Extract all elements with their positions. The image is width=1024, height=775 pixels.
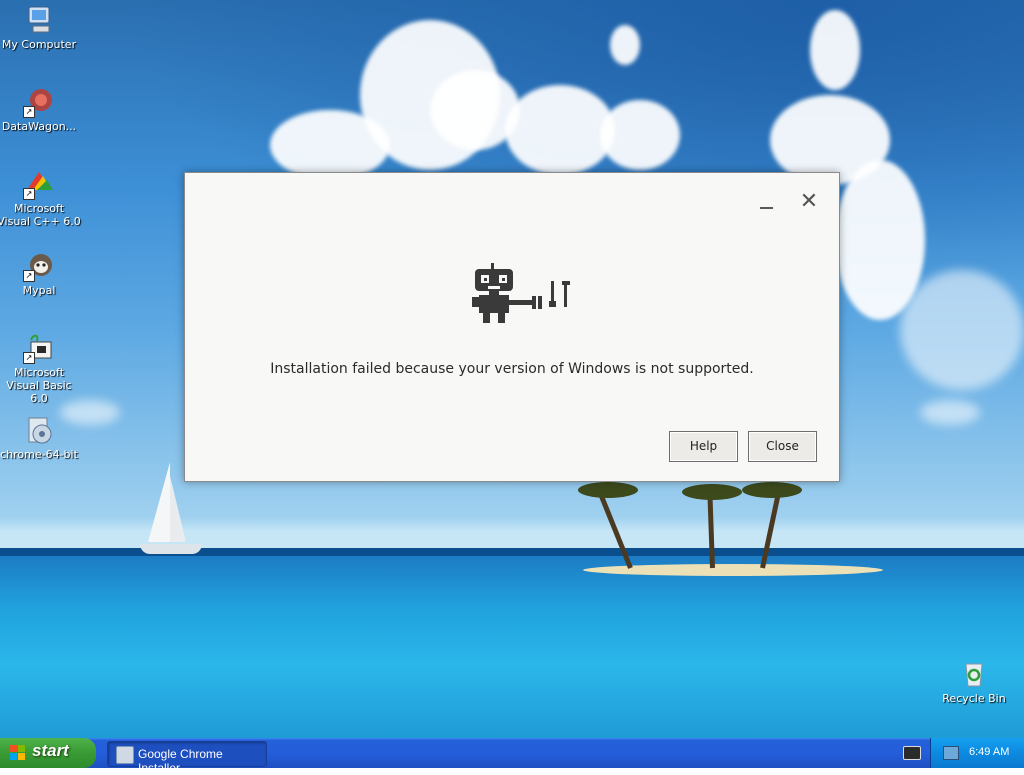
clock[interactable]: 6:49 AM xyxy=(969,746,1009,758)
desktop-icon-label: Microsoft Visual Basic 6.0 xyxy=(6,366,72,405)
my-computer-icon xyxy=(23,4,55,36)
sailboat-sail xyxy=(148,462,170,542)
desktop-icon-recycle-bin[interactable]: Recycle Bin xyxy=(931,658,1017,705)
close-icon[interactable]: ✕ xyxy=(797,191,821,215)
sailboat-sail xyxy=(170,476,186,542)
desktop-icon-mypal[interactable]: ↗ Mypal xyxy=(0,250,82,297)
desktop-icon-label: My Computer xyxy=(1,38,77,51)
error-message: Installation failed because your version… xyxy=(270,361,754,377)
cloud xyxy=(505,85,615,175)
cloud xyxy=(810,10,860,90)
sea xyxy=(0,556,1024,738)
installer-icon xyxy=(23,414,55,446)
network-icon[interactable] xyxy=(943,746,959,760)
start-label: start xyxy=(32,741,69,760)
taskbar-item-label: Google Chrome Installer xyxy=(138,747,223,775)
installer-icon xyxy=(116,746,134,764)
cloud xyxy=(900,270,1024,390)
desktop-icon-label: Mypal xyxy=(22,284,56,297)
minimize-button[interactable] xyxy=(755,191,779,215)
datawagon-icon: ↗ xyxy=(23,86,55,118)
installer-dialog: ✕ Installation failed because your versi… xyxy=(184,172,840,482)
robot-with-tools-icon xyxy=(470,263,580,325)
shortcut-arrow-icon: ↗ xyxy=(23,270,35,282)
shortcut-arrow-icon: ↗ xyxy=(23,188,35,200)
cloud xyxy=(920,400,980,425)
desktop-icon-my-computer[interactable]: My Computer xyxy=(0,4,82,51)
palm-frond xyxy=(578,482,638,498)
shortcut-arrow-icon: ↗ xyxy=(23,106,35,118)
start-button[interactable]: start xyxy=(0,738,96,768)
recycle-bin-icon xyxy=(958,658,990,690)
sailboat-hull xyxy=(140,544,202,554)
help-button[interactable]: Help xyxy=(669,431,738,462)
windows-logo-icon xyxy=(10,745,26,761)
cloud xyxy=(610,25,640,65)
mypal-icon: ↗ xyxy=(23,250,55,282)
shortcut-arrow-icon: ↗ xyxy=(23,352,35,364)
desktop-icon-visual-basic[interactable]: ↗ Microsoft Visual Basic 6.0 xyxy=(0,332,82,405)
visual-basic-icon: ↗ xyxy=(23,332,55,364)
desktop-icon-visual-cpp[interactable]: ↗ Microsoft Visual C++ 6.0 xyxy=(0,168,82,228)
palm-frond xyxy=(742,482,802,498)
close-button[interactable]: Close xyxy=(748,431,817,462)
taskbar-item-chrome-installer[interactable]: Google Chrome Installer xyxy=(107,741,267,775)
desktop-icon-label: DataWagon... xyxy=(1,120,77,133)
desktop-icon-label: chrome-64-bit xyxy=(0,448,78,461)
cloud xyxy=(600,100,680,170)
system-tray: 6:49 AM xyxy=(930,738,1024,768)
desktop-icon-label: Recycle Bin xyxy=(942,692,1006,705)
desktop-icon-label: Microsoft Visual C++ 6.0 xyxy=(0,202,81,228)
visual-cpp-icon: ↗ xyxy=(23,168,55,200)
keyboard-icon[interactable] xyxy=(903,746,921,760)
taskbar: start Google Chrome Installer 6:49 AM xyxy=(0,738,1024,775)
desktop-icon-datawagon[interactable]: ↗ DataWagon... xyxy=(0,86,82,133)
palm-frond xyxy=(682,484,742,500)
desktop-icon-chrome-installer[interactable]: chrome-64-bit xyxy=(0,414,82,461)
